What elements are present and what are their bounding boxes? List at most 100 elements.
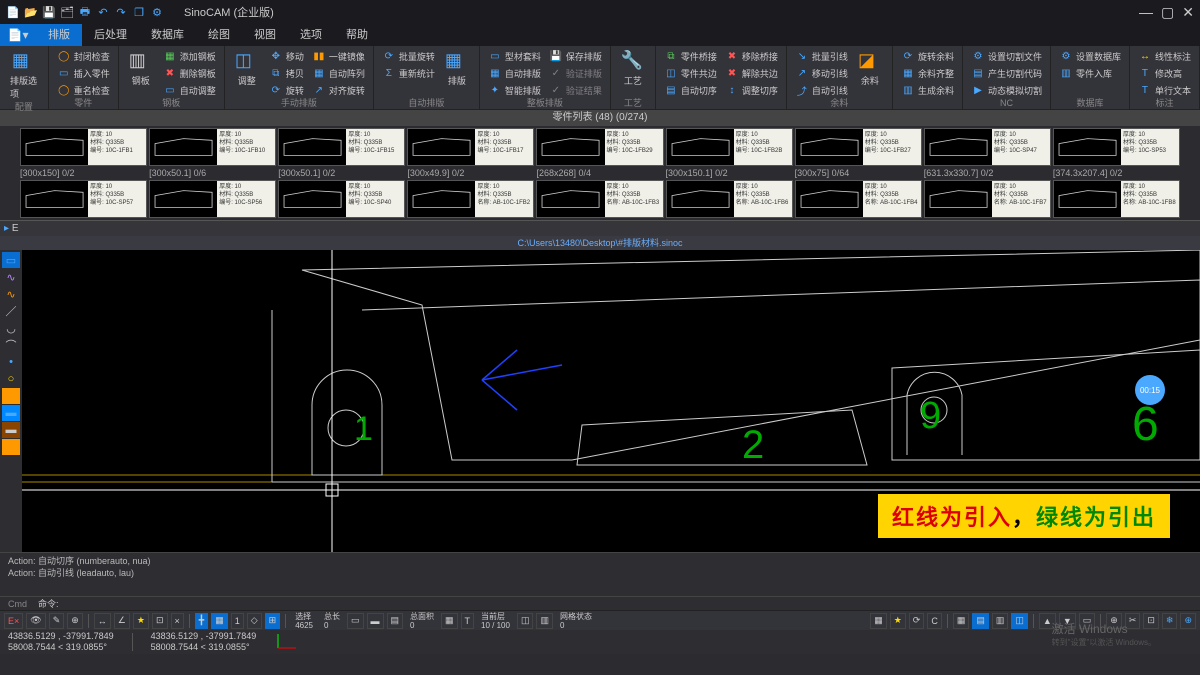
auto-adjust-button[interactable]: ▭自动调整 bbox=[161, 82, 218, 98]
part-cell[interactable]: 厚度: 10材料: Q335B名称: AB-10C-1FB4 bbox=[795, 180, 922, 218]
sb-m5[interactable]: T bbox=[461, 613, 475, 629]
part-cell[interactable]: 厚度: 10材料: Q335B名称: AB-10C-1FB2 bbox=[407, 180, 534, 218]
sb-osnap[interactable]: ◇ bbox=[247, 613, 262, 629]
sb-snap1[interactable]: ⊡ bbox=[152, 613, 168, 629]
profile-nest-button[interactable]: ▭型材套料 bbox=[486, 48, 543, 64]
set-cut-file-button[interactable]: ⚙设置切割文件 bbox=[969, 48, 1044, 64]
sb-m3[interactable]: ▤ bbox=[387, 613, 404, 629]
remove-bridge-button[interactable]: ✖移除桥接 bbox=[723, 48, 780, 64]
mirror-button[interactable]: ▮▮一键镜像 bbox=[310, 48, 367, 64]
tool-wave[interactable]: ∿ bbox=[2, 269, 20, 285]
part-cell[interactable]: 厚度: 10材料: Q335B编号: 10C-1FB1[300x150] 0/2 bbox=[20, 128, 147, 180]
auto-nest-button[interactable]: ▦自动排版 bbox=[486, 65, 543, 81]
part-cell[interactable]: 厚度: 10材料: Q335B编号: 10C-1FB10[300x50.1] 0… bbox=[149, 128, 276, 180]
set-db-button[interactable]: ⚙设置数据库 bbox=[1057, 48, 1123, 64]
add-plate-button[interactable]: ▦添加钢板 bbox=[161, 48, 218, 64]
del-plate-button[interactable]: ✖删除钢板 bbox=[161, 65, 218, 81]
sb-r3[interactable]: ⟳ bbox=[909, 613, 925, 629]
auto-seq-button[interactable]: ▤自动切序 bbox=[662, 82, 719, 98]
tool-arc[interactable]: ◡ bbox=[2, 320, 20, 336]
part-cell[interactable]: 厚度: 10材料: Q335B编号: 10C-1FB27[300x75] 0/6… bbox=[795, 128, 922, 180]
tech-button[interactable]: 🔧工艺 bbox=[617, 48, 649, 89]
part-cell[interactable]: 厚度: 10材料: Q335B编号: 10C-SP40 bbox=[278, 180, 405, 218]
command-input[interactable] bbox=[63, 596, 1192, 611]
remove-edge-button[interactable]: ✖解除共边 bbox=[723, 65, 780, 81]
tool-circle[interactable]: ○ bbox=[2, 371, 20, 387]
text-button[interactable]: T单行文本 bbox=[1136, 82, 1193, 98]
common-edge-button[interactable]: ◫零件共边 bbox=[662, 65, 719, 81]
sb-cross[interactable]: ⊕ bbox=[67, 613, 83, 629]
minimize-button[interactable]: — bbox=[1139, 4, 1153, 21]
sb-m4[interactable]: ▦ bbox=[441, 613, 458, 629]
redo-icon[interactable]: ↷ bbox=[114, 5, 128, 19]
sb-eye[interactable]: 👁 bbox=[26, 613, 45, 629]
sb-r6[interactable]: ▤ bbox=[972, 613, 989, 629]
part-cell[interactable]: 厚度: 10材料: Q335B名称: AB-10C-1FB3 bbox=[536, 180, 663, 218]
verify-nest-button[interactable]: ✓验证排版 bbox=[547, 65, 604, 81]
close-button[interactable]: ✕ bbox=[1182, 4, 1194, 21]
part-cell[interactable]: 厚度: 10材料: Q335B编号: 10C-SP56 bbox=[149, 180, 276, 218]
part-store-button[interactable]: ▥零件入库 bbox=[1057, 65, 1123, 81]
sb-r5[interactable]: ▦ bbox=[953, 613, 970, 629]
tool-select[interactable]: ▭ bbox=[2, 252, 20, 268]
tool-wave2[interactable]: ∿ bbox=[2, 286, 20, 302]
tool-c3[interactable]: ▬ bbox=[2, 422, 20, 438]
sb-m2[interactable]: ▬ bbox=[367, 613, 384, 629]
sb-m7[interactable]: ▥ bbox=[536, 613, 553, 629]
sb-m6[interactable]: ◫ bbox=[517, 613, 534, 629]
adjust-seq-button[interactable]: ↕调整切序 bbox=[723, 82, 780, 98]
sb-m1[interactable]: ▭ bbox=[347, 613, 364, 629]
gen-remnant-button[interactable]: ▥生成余料 bbox=[899, 82, 956, 98]
sb-pen[interactable]: ✎ bbox=[49, 613, 65, 629]
part-cell[interactable]: 厚度: 10材料: Q335B名称: AB-10C-1FB8 bbox=[1053, 180, 1180, 218]
remnant-button[interactable]: ◪余料 bbox=[854, 48, 886, 89]
adjust-button[interactable]: ◫调整 bbox=[231, 48, 263, 89]
part-cell[interactable]: 厚度: 10材料: Q335B编号: 10C-1FB15[300x50.1] 0… bbox=[278, 128, 405, 180]
mod-height-button[interactable]: T修改高 bbox=[1136, 65, 1193, 81]
gen-code-button[interactable]: ▤产生切割代码 bbox=[969, 65, 1044, 81]
part-cell[interactable]: 厚度: 10材料: Q335B编号: 10C-1FB29[268x268] 0/… bbox=[536, 128, 663, 180]
layers-icon[interactable]: ❐ bbox=[132, 5, 146, 19]
tool-dot[interactable]: • bbox=[2, 354, 20, 370]
move-lead-button[interactable]: ↗移动引线 bbox=[793, 65, 850, 81]
tab-draw[interactable]: 绘图 bbox=[196, 24, 242, 46]
rotate-button[interactable]: ⟳旋转 bbox=[267, 82, 306, 98]
rotate-remnant-button[interactable]: ⟳旋转余料 bbox=[899, 48, 956, 64]
tool-c4[interactable]: ▬ bbox=[2, 439, 20, 455]
app-menu-button[interactable]: 📄▾ bbox=[0, 24, 36, 46]
save-icon[interactable]: 💾 bbox=[42, 5, 56, 19]
align-rotate-button[interactable]: ↗对齐旋转 bbox=[310, 82, 367, 98]
smart-nest-button[interactable]: ✦智能排版 bbox=[486, 82, 543, 98]
tool-c1[interactable]: ▬ bbox=[2, 388, 20, 404]
sb-r2[interactable]: ★ bbox=[890, 613, 906, 629]
open-icon[interactable]: 📂 bbox=[24, 5, 38, 19]
saveall-icon[interactable]: 🗂 bbox=[60, 5, 74, 19]
tab-db[interactable]: 数据库 bbox=[139, 24, 196, 46]
sb-dim[interactable]: ↔ bbox=[94, 613, 111, 629]
settings-icon[interactable]: ⚙ bbox=[150, 5, 164, 19]
sb-1[interactable]: 1 bbox=[231, 613, 244, 629]
tab-help[interactable]: 帮助 bbox=[334, 24, 380, 46]
plate-button[interactable]: ▥钢板 bbox=[125, 48, 157, 89]
part-cell[interactable]: 厚度: 10材料: Q335B编号: 10C-SP47[631.3x330.7]… bbox=[924, 128, 1051, 180]
tool-line[interactable]: ／ bbox=[2, 303, 20, 319]
sb-grid[interactable]: ▦ bbox=[211, 613, 228, 629]
tab-post[interactable]: 后处理 bbox=[82, 24, 139, 46]
sim-cut-button[interactable]: ▶动态模拟切割 bbox=[969, 82, 1044, 98]
sb-r7[interactable]: ▥ bbox=[992, 613, 1009, 629]
auto-lead-button[interactable]: ⤴自动引线 bbox=[793, 82, 850, 98]
move-button[interactable]: ✥移动 bbox=[267, 48, 306, 64]
doc-tab[interactable]: ▸ E bbox=[0, 220, 1200, 236]
tool-arc2[interactable]: ⌒ bbox=[2, 337, 20, 353]
sb-track[interactable]: ⊞ bbox=[265, 613, 281, 629]
new-icon[interactable]: 📄 bbox=[6, 5, 20, 19]
linear-dim-button[interactable]: ↔线性标注 bbox=[1136, 48, 1193, 64]
batch-rotate-button[interactable]: ⟳批量旋转 bbox=[380, 48, 437, 64]
sb-ex[interactable]: E× bbox=[4, 613, 23, 629]
part-cell[interactable]: 厚度: 10材料: Q335B名称: AB-10C-1FB6 bbox=[666, 180, 793, 218]
drawing-canvas[interactable]: 1 2 9 6 00:15 红线为引入，绿线为引出 bbox=[22, 250, 1200, 552]
nest-button[interactable]: ▦排版 bbox=[441, 48, 473, 89]
part-cell[interactable]: 厚度: 10材料: Q335B编号: 10C-1FB17[300x49.9] 0… bbox=[407, 128, 534, 180]
sb-r1[interactable]: ▦ bbox=[870, 613, 887, 629]
part-cell[interactable]: 厚度: 10材料: Q335B编号: 10C-SP53[374.3x207.4]… bbox=[1053, 128, 1180, 180]
